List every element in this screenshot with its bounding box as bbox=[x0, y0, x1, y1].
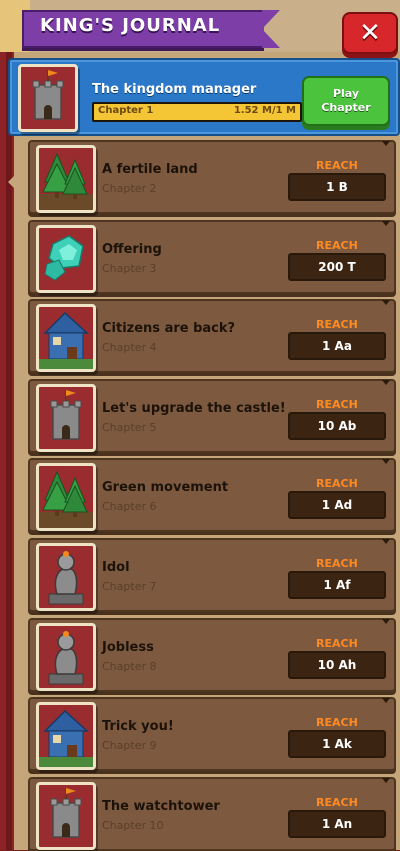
card-corner-marker bbox=[382, 698, 390, 703]
statue-icon bbox=[36, 623, 96, 691]
chapter-card[interactable]: The watchtower Chapter 10 REACH 1 An bbox=[28, 777, 396, 851]
current-chapter-title: The kingdom manager bbox=[92, 82, 257, 97]
castle-icon bbox=[18, 64, 78, 132]
page-notch bbox=[8, 170, 20, 194]
reach-value: 1 Aa bbox=[322, 339, 352, 353]
reach-value: 10 Ab bbox=[317, 419, 357, 433]
reach-value: 200 T bbox=[318, 260, 356, 274]
chapter-number: Chapter 2 bbox=[102, 182, 157, 195]
statue-icon bbox=[36, 543, 96, 611]
close-button[interactable]: ✕ bbox=[342, 12, 398, 54]
chapter-card[interactable]: Offering Chapter 3 REACH 200 T bbox=[28, 220, 396, 294]
card-corner-marker bbox=[382, 380, 390, 385]
chapter-title: A fertile land bbox=[102, 162, 198, 177]
chapter-number: Chapter 5 bbox=[102, 421, 157, 434]
reach-value-box: 1 Af bbox=[288, 571, 386, 599]
house-icon bbox=[36, 702, 96, 770]
reach-label: REACH bbox=[316, 318, 358, 331]
trees-icon bbox=[36, 463, 96, 531]
card-corner-marker bbox=[382, 459, 390, 464]
close-icon: ✕ bbox=[359, 18, 381, 48]
castle-icon bbox=[36, 782, 96, 850]
reach-value-box: 10 Ah bbox=[288, 651, 386, 679]
reach-value-box: 1 Ad bbox=[288, 491, 386, 519]
card-corner-marker bbox=[382, 619, 390, 624]
chapter-title: Jobless bbox=[102, 640, 154, 655]
chapter-card[interactable]: A fertile land Chapter 2 REACH 1 B bbox=[28, 140, 396, 214]
reach-label: REACH bbox=[316, 716, 358, 729]
reach-value: 1 An bbox=[321, 817, 353, 831]
play-chapter-button[interactable]: Play Chapter bbox=[302, 76, 390, 126]
chapter-number: Chapter 3 bbox=[102, 262, 157, 275]
trees-icon bbox=[36, 145, 96, 213]
current-chapter-card: The kingdom manager Chapter 1 1.52 M/1 M… bbox=[8, 58, 400, 136]
reach-value: 1 B bbox=[326, 180, 348, 194]
chapter-title: Offering bbox=[102, 242, 162, 257]
page-title: KING'S JOURNAL bbox=[40, 15, 221, 36]
card-corner-marker bbox=[382, 539, 390, 544]
progress-chapter-label: Chapter 1 bbox=[98, 105, 154, 116]
reach-value-box: 1 Aa bbox=[288, 332, 386, 360]
chapter-title: Let's upgrade the castle! bbox=[102, 401, 286, 416]
card-corner-marker bbox=[382, 778, 390, 783]
chapter-title: Trick you! bbox=[102, 719, 174, 734]
reach-value-box: 1 B bbox=[288, 173, 386, 201]
reach-value-box: 200 T bbox=[288, 253, 386, 281]
chapter-number: Chapter 8 bbox=[102, 660, 157, 673]
chapter-number: Chapter 9 bbox=[102, 739, 157, 752]
castle-icon bbox=[36, 384, 96, 452]
reach-value: 1 Ak bbox=[322, 737, 352, 751]
card-corner-marker bbox=[382, 300, 390, 305]
reach-value-box: 10 Ab bbox=[288, 412, 386, 440]
gem-icon bbox=[36, 225, 96, 293]
chapter-card[interactable]: Green movement Chapter 6 REACH 1 Ad bbox=[28, 458, 396, 532]
chapter-card[interactable]: Citizens are back? Chapter 4 REACH 1 Aa bbox=[28, 299, 396, 373]
card-corner-marker bbox=[382, 141, 390, 146]
chapter-title: Green movement bbox=[102, 480, 229, 495]
reach-value: 1 Af bbox=[323, 578, 351, 592]
reach-value-box: 1 An bbox=[288, 810, 386, 838]
chapter-number: Chapter 10 bbox=[102, 819, 164, 832]
chapter-title: The watchtower bbox=[102, 799, 220, 814]
house-icon bbox=[36, 304, 96, 372]
reach-value: 10 Ah bbox=[317, 658, 357, 672]
chapter-number: Chapter 7 bbox=[102, 580, 157, 593]
chapter-number: Chapter 4 bbox=[102, 341, 157, 354]
chapter-number: Chapter 6 bbox=[102, 500, 157, 513]
reach-label: REACH bbox=[316, 557, 358, 570]
chapter-title: Idol bbox=[102, 560, 130, 575]
progress-value: 1.52 M/1 M bbox=[233, 105, 296, 116]
reach-label: REACH bbox=[316, 477, 358, 490]
chapter-card[interactable]: Trick you! Chapter 9 REACH 1 Ak bbox=[28, 697, 396, 771]
reach-value-box: 1 Ak bbox=[288, 730, 386, 758]
reach-label: REACH bbox=[316, 398, 358, 411]
play-chapter-label-2: Chapter bbox=[321, 101, 371, 114]
chapter-progress-bar: Chapter 1 1.52 M/1 M bbox=[92, 102, 302, 122]
title-ribbon: KING'S JOURNAL bbox=[22, 10, 280, 48]
ribbon-tail bbox=[262, 10, 280, 48]
reach-label: REACH bbox=[316, 159, 358, 172]
chapter-card[interactable]: Jobless Chapter 8 REACH 10 Ah bbox=[28, 618, 396, 692]
chapter-card[interactable]: Idol Chapter 7 REACH 1 Af bbox=[28, 538, 396, 612]
reach-label: REACH bbox=[316, 796, 358, 809]
chapter-card[interactable]: Let's upgrade the castle! Chapter 5 REACH 1… bbox=[28, 379, 396, 453]
reach-label: REACH bbox=[316, 239, 358, 252]
chapter-title: Citizens are back? bbox=[102, 321, 236, 336]
play-chapter-label-1: Play bbox=[332, 87, 360, 100]
reach-value: 1 Ad bbox=[321, 498, 353, 512]
reach-label: REACH bbox=[316, 637, 358, 650]
card-corner-marker bbox=[382, 221, 390, 226]
